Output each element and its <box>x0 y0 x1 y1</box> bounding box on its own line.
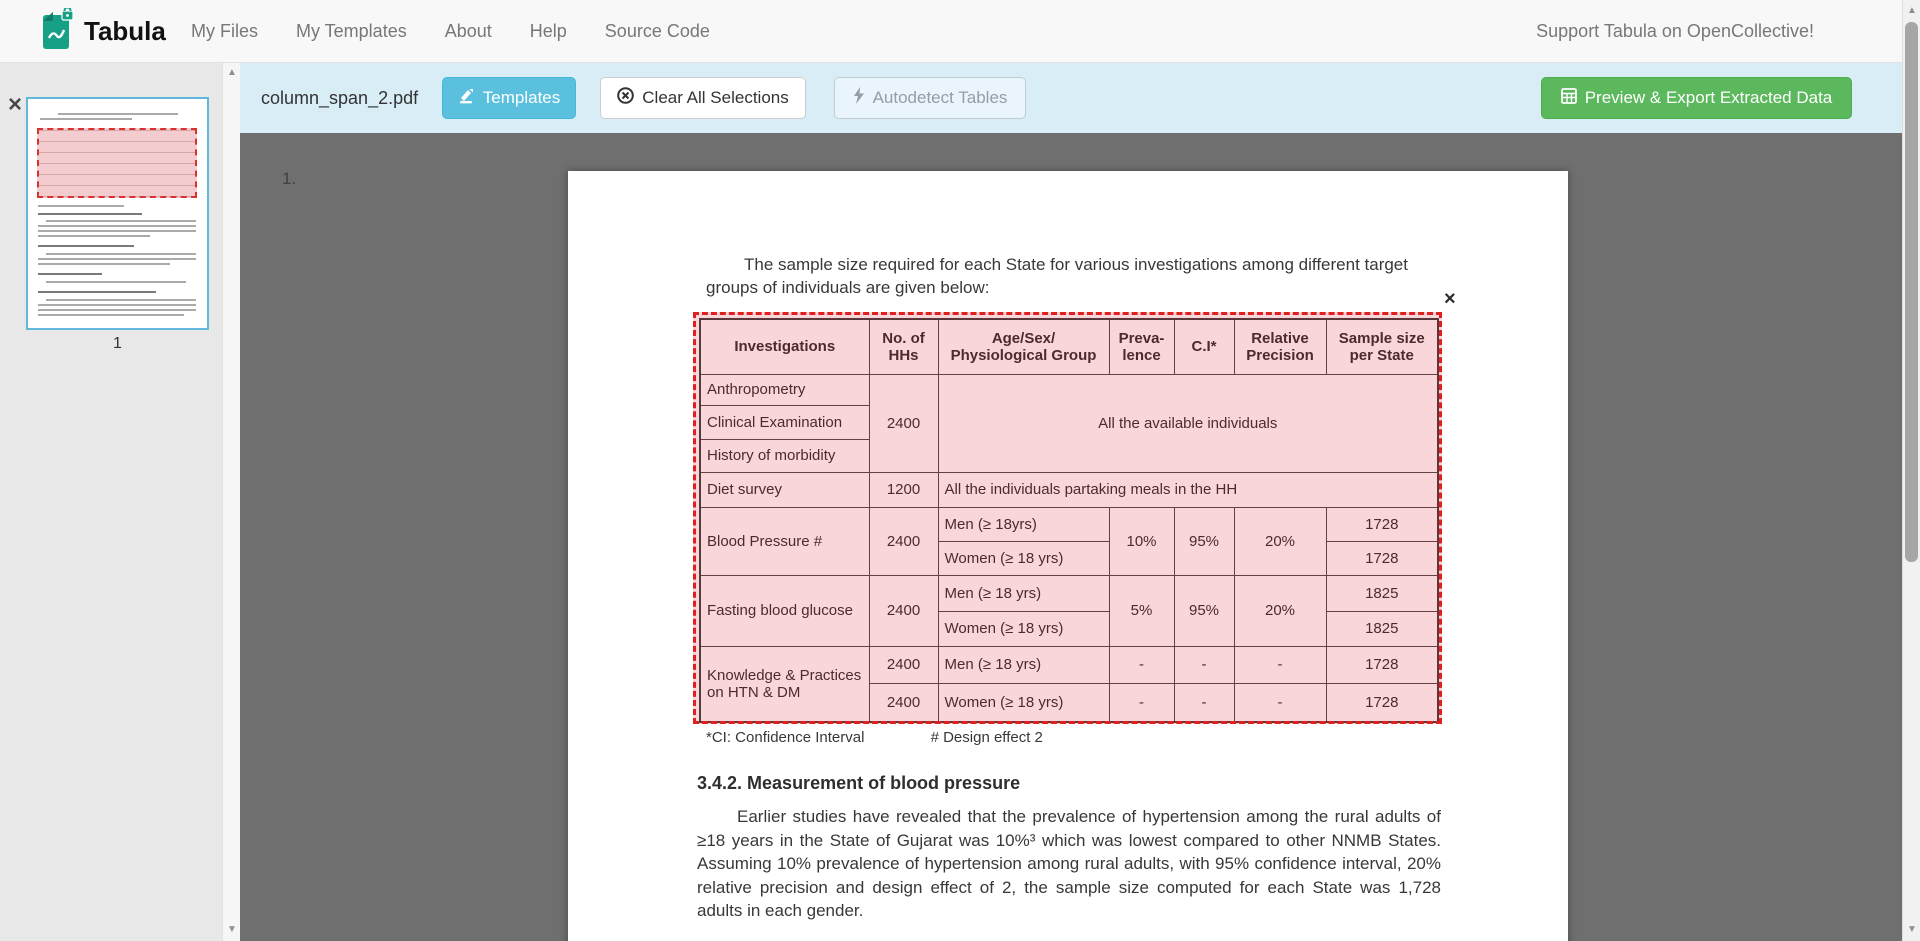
sidebar-scroll-down-arrow[interactable]: ▼ <box>227 925 237 935</box>
spreadsheet-icon <box>1561 88 1577 109</box>
page-thumbnail[interactable] <box>26 97 209 330</box>
body-paragraph: Earlier studies have revealed that the p… <box>697 805 1441 923</box>
page-number-label: 1. <box>282 169 296 189</box>
preview-export-label: Preview & Export Extracted Data <box>1585 88 1833 108</box>
nav-links: My Files My Templates About Help Source … <box>172 0 729 63</box>
toolbar: column_span_2.pdf Templates Clear All Se… <box>240 63 1902 133</box>
table-footnotes: *CI: Confidence Interval # Design effect… <box>706 729 1043 746</box>
tabula-logo-icon <box>42 8 74 55</box>
window-scroll-up-arrow[interactable]: ▲ <box>1907 6 1917 16</box>
sidebar-scroll-up-arrow[interactable]: ▲ <box>227 68 237 78</box>
templates-button-label: Templates <box>483 88 560 108</box>
table-selection-overlay[interactable] <box>693 312 1442 724</box>
window-scrollbar[interactable]: ▲ ▼ <box>1902 0 1920 941</box>
nav-item-help[interactable]: Help <box>511 21 586 42</box>
document-viewport: 1. The sample size required for each Sta… <box>240 133 1902 941</box>
support-link[interactable]: Support Tabula on OpenCollective! <box>1536 0 1814 63</box>
sidebar-scrollbar[interactable]: ▲ ▼ <box>222 63 240 941</box>
intro-paragraph: The sample size required for each State … <box>706 253 1441 299</box>
footnote-design-effect: # Design effect 2 <box>931 729 1043 746</box>
autodetect-tables-button[interactable]: Autodetect Tables <box>834 77 1026 119</box>
nav-item-my-templates[interactable]: My Templates <box>277 21 426 42</box>
window-scrollbar-thumb[interactable] <box>1905 22 1918 562</box>
footnote-ci: *CI: Confidence Interval <box>706 729 864 746</box>
current-filename: column_span_2.pdf <box>261 63 418 133</box>
top-navbar: Tabula My Files My Templates About Help … <box>0 0 1902 63</box>
page-thumbnail-preview <box>28 99 207 328</box>
window-scroll-down-arrow[interactable]: ▼ <box>1907 925 1917 935</box>
pdf-page[interactable]: The sample size required for each State … <box>568 171 1568 941</box>
nav-item-source-code[interactable]: Source Code <box>586 21 729 42</box>
section-heading: 3.4.2. Measurement of blood pressure <box>697 773 1020 794</box>
templates-icon <box>458 88 475 109</box>
brand-name: Tabula <box>84 16 166 47</box>
tabula-app: Tabula My Files My Templates About Help … <box>0 0 1920 941</box>
thumbnail-page-number: 1 <box>26 335 209 353</box>
preview-export-button[interactable]: Preview & Export Extracted Data <box>1541 77 1852 119</box>
brand-home-link[interactable]: Tabula <box>42 8 166 55</box>
thumbnail-selection-overlay <box>37 128 197 198</box>
nav-item-about[interactable]: About <box>426 21 511 42</box>
remove-page-button[interactable]: × <box>8 93 22 117</box>
nav-item-my-files[interactable]: My Files <box>172 21 277 42</box>
clear-circle-x-icon <box>617 87 634 109</box>
clear-all-selections-button[interactable]: Clear All Selections <box>600 77 806 119</box>
clear-all-selections-label: Clear All Selections <box>642 88 788 108</box>
templates-button[interactable]: Templates <box>442 77 576 119</box>
selection-close-icon[interactable]: × <box>1444 289 1456 309</box>
autodetect-tables-label: Autodetect Tables <box>873 88 1008 108</box>
lightning-bolt-icon <box>853 87 865 109</box>
thumbnail-sidebar: × <box>0 63 222 941</box>
